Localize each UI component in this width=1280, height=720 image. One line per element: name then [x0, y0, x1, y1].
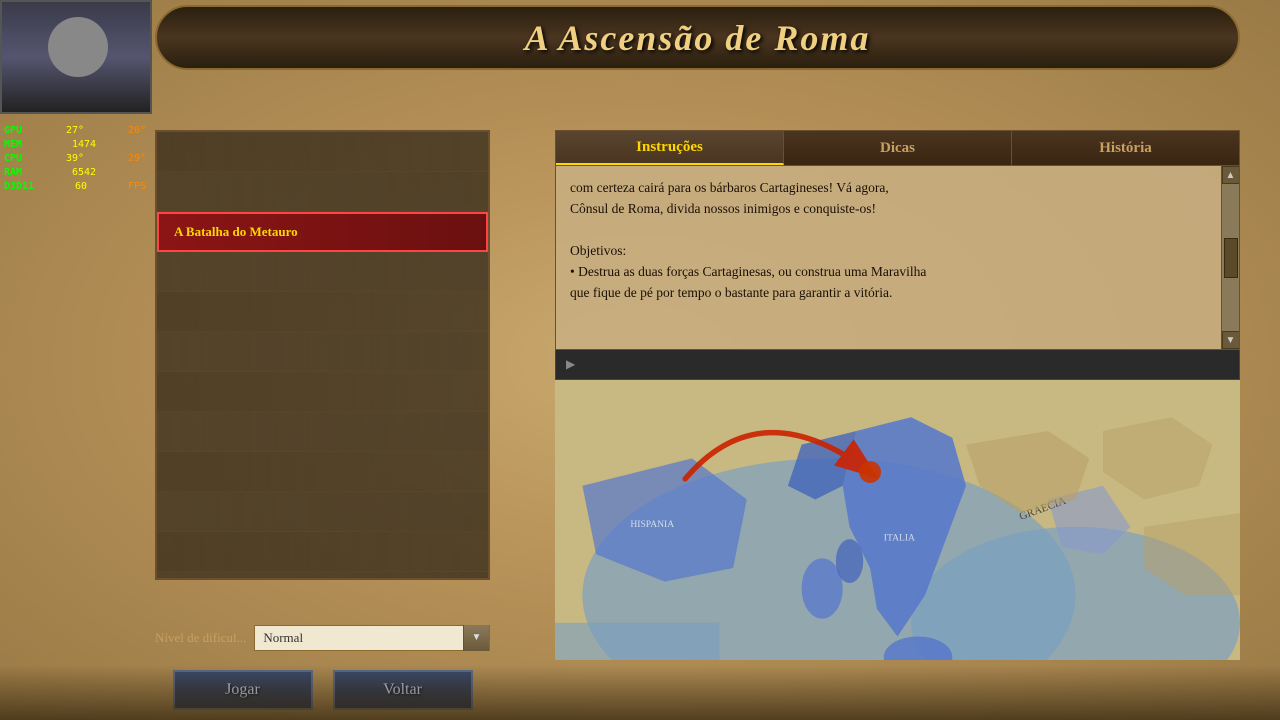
performance-stats: GPU 27° 20° MEM 1474 CPU 39° 29° RAM 654…: [0, 120, 150, 198]
right-panel-inner: Instruções Dicas História com certeza ca…: [555, 130, 1240, 660]
tab-historia[interactable]: História: [1012, 131, 1239, 165]
list-item[interactable]: [157, 292, 488, 332]
left-panel: A Batalha do Metauro Nível de dificul...…: [155, 130, 490, 660]
list-item[interactable]: [157, 172, 488, 212]
bottom-decoration: [0, 665, 1280, 720]
list-item[interactable]: [157, 492, 488, 532]
difficulty-row: Nível de dificul... Normal ▼: [155, 620, 490, 655]
content-area: com certeza cairá para os bárbaros Carta…: [555, 165, 1240, 350]
map-section: GRAECIA ITALIA HISPANIA CARTHAGO: [555, 380, 1240, 660]
list-item[interactable]: [157, 572, 488, 580]
dropdown-arrow-icon[interactable]: ▼: [463, 625, 489, 651]
page-title: A Ascensão de Roma: [525, 17, 871, 59]
text-section: com certeza cairá para os bárbaros Carta…: [555, 165, 1240, 380]
content-text[interactable]: com certeza cairá para os bárbaros Carta…: [556, 166, 1221, 349]
difficulty-dropdown[interactable]: Normal ▼: [254, 625, 490, 651]
campaign-map: GRAECIA ITALIA HISPANIA CARTHAGO: [555, 380, 1240, 660]
scrollbar[interactable]: ▲ ▼: [1221, 166, 1239, 349]
scroll-thumb[interactable]: [1224, 238, 1238, 278]
list-item[interactable]: [157, 412, 488, 452]
list-item[interactable]: [157, 332, 488, 372]
list-item[interactable]: [157, 252, 488, 292]
scroll-up-icon[interactable]: ▲: [1222, 166, 1240, 184]
list-item-selected[interactable]: A Batalha do Metauro: [157, 212, 488, 252]
list-item[interactable]: [157, 132, 488, 172]
title-bar: A Ascensão de Roma: [155, 0, 1240, 75]
tab-dicas[interactable]: Dicas: [784, 131, 1012, 165]
scenario-list[interactable]: A Batalha do Metauro: [155, 130, 490, 580]
tab-instrucoes[interactable]: Instruções: [556, 131, 784, 165]
list-item[interactable]: [157, 452, 488, 492]
list-item[interactable]: [157, 532, 488, 572]
list-item[interactable]: [157, 372, 488, 412]
scroll-down-icon[interactable]: ▼: [1222, 331, 1240, 349]
webcam-feed: [2, 2, 150, 112]
media-controls: ▶: [555, 350, 1240, 380]
scenario-name: A Batalha do Metauro: [174, 224, 298, 240]
difficulty-value: Normal: [255, 630, 463, 646]
svg-text:HISPANIA: HISPANIA: [630, 519, 674, 530]
svg-text:ITALIA: ITALIA: [884, 533, 915, 544]
play-icon[interactable]: ▶: [566, 357, 575, 372]
difficulty-label: Nível de dificul...: [155, 630, 246, 646]
tab-bar: Instruções Dicas História: [555, 130, 1240, 165]
right-panel: Instruções Dicas História com certeza ca…: [555, 130, 1240, 660]
webcam-overlay: [0, 0, 152, 114]
